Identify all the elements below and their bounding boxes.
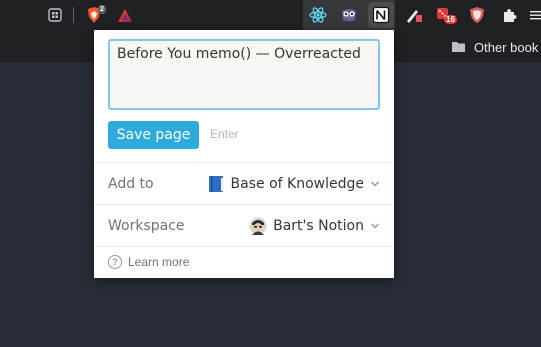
divider [94,246,394,247]
dice-extension-icon[interactable]: 16 [434,4,457,26]
blue-book-icon [208,176,224,192]
divider [94,204,394,205]
chevron-down-icon [371,181,379,187]
pen-tool-icon[interactable] [402,4,424,26]
workspace-avatar-icon [249,217,267,235]
other-bookmarks-label: Other book [474,39,539,55]
enter-shortcut-hint: Enter [210,127,239,141]
notion-clipper-icon[interactable] [370,4,392,26]
add-to-value: Base of Knowledge [230,176,364,192]
chevron-down-icon [371,223,379,229]
extensions-puzzle-icon[interactable] [498,4,520,26]
save-page-button[interactable]: Save page [108,121,199,149]
page-title-field[interactable]: Before You memo() — Overreacted [108,39,380,110]
learn-more-label: Learn more [128,255,190,269]
learn-more-link[interactable]: ? Learn more [108,255,189,269]
notion-clipper-popup: Before You memo() — Overreacted Save pag… [94,30,394,278]
menu-icon[interactable] [529,4,541,26]
divider [94,162,394,163]
brave-shield-badge: 2 [98,5,106,14]
dice-extension-badge: 16 [444,15,457,24]
tab-search-icon[interactable] [44,4,66,26]
workspace-label: Workspace [108,218,185,234]
brave-shield-icon[interactable]: 2 [83,4,106,26]
folder-icon [452,42,465,52]
toolbar-separator [73,7,74,23]
browser-toolbar: 2 16 [0,0,541,30]
add-to-label: Add to [108,176,154,192]
help-circle-icon: ? [108,255,122,269]
shield-extension-icon[interactable] [466,4,488,26]
react-devtools-icon[interactable] [307,4,329,26]
workspace-value: Bart's Notion [273,218,364,234]
brave-rewards-icon[interactable] [114,4,136,26]
other-bookmarks-folder[interactable]: Other book [451,38,538,56]
add-to-selector[interactable]: Base of Knowledge [208,175,380,193]
owl-extension-icon[interactable] [338,4,360,26]
workspace-selector[interactable]: Bart's Notion [249,217,380,235]
